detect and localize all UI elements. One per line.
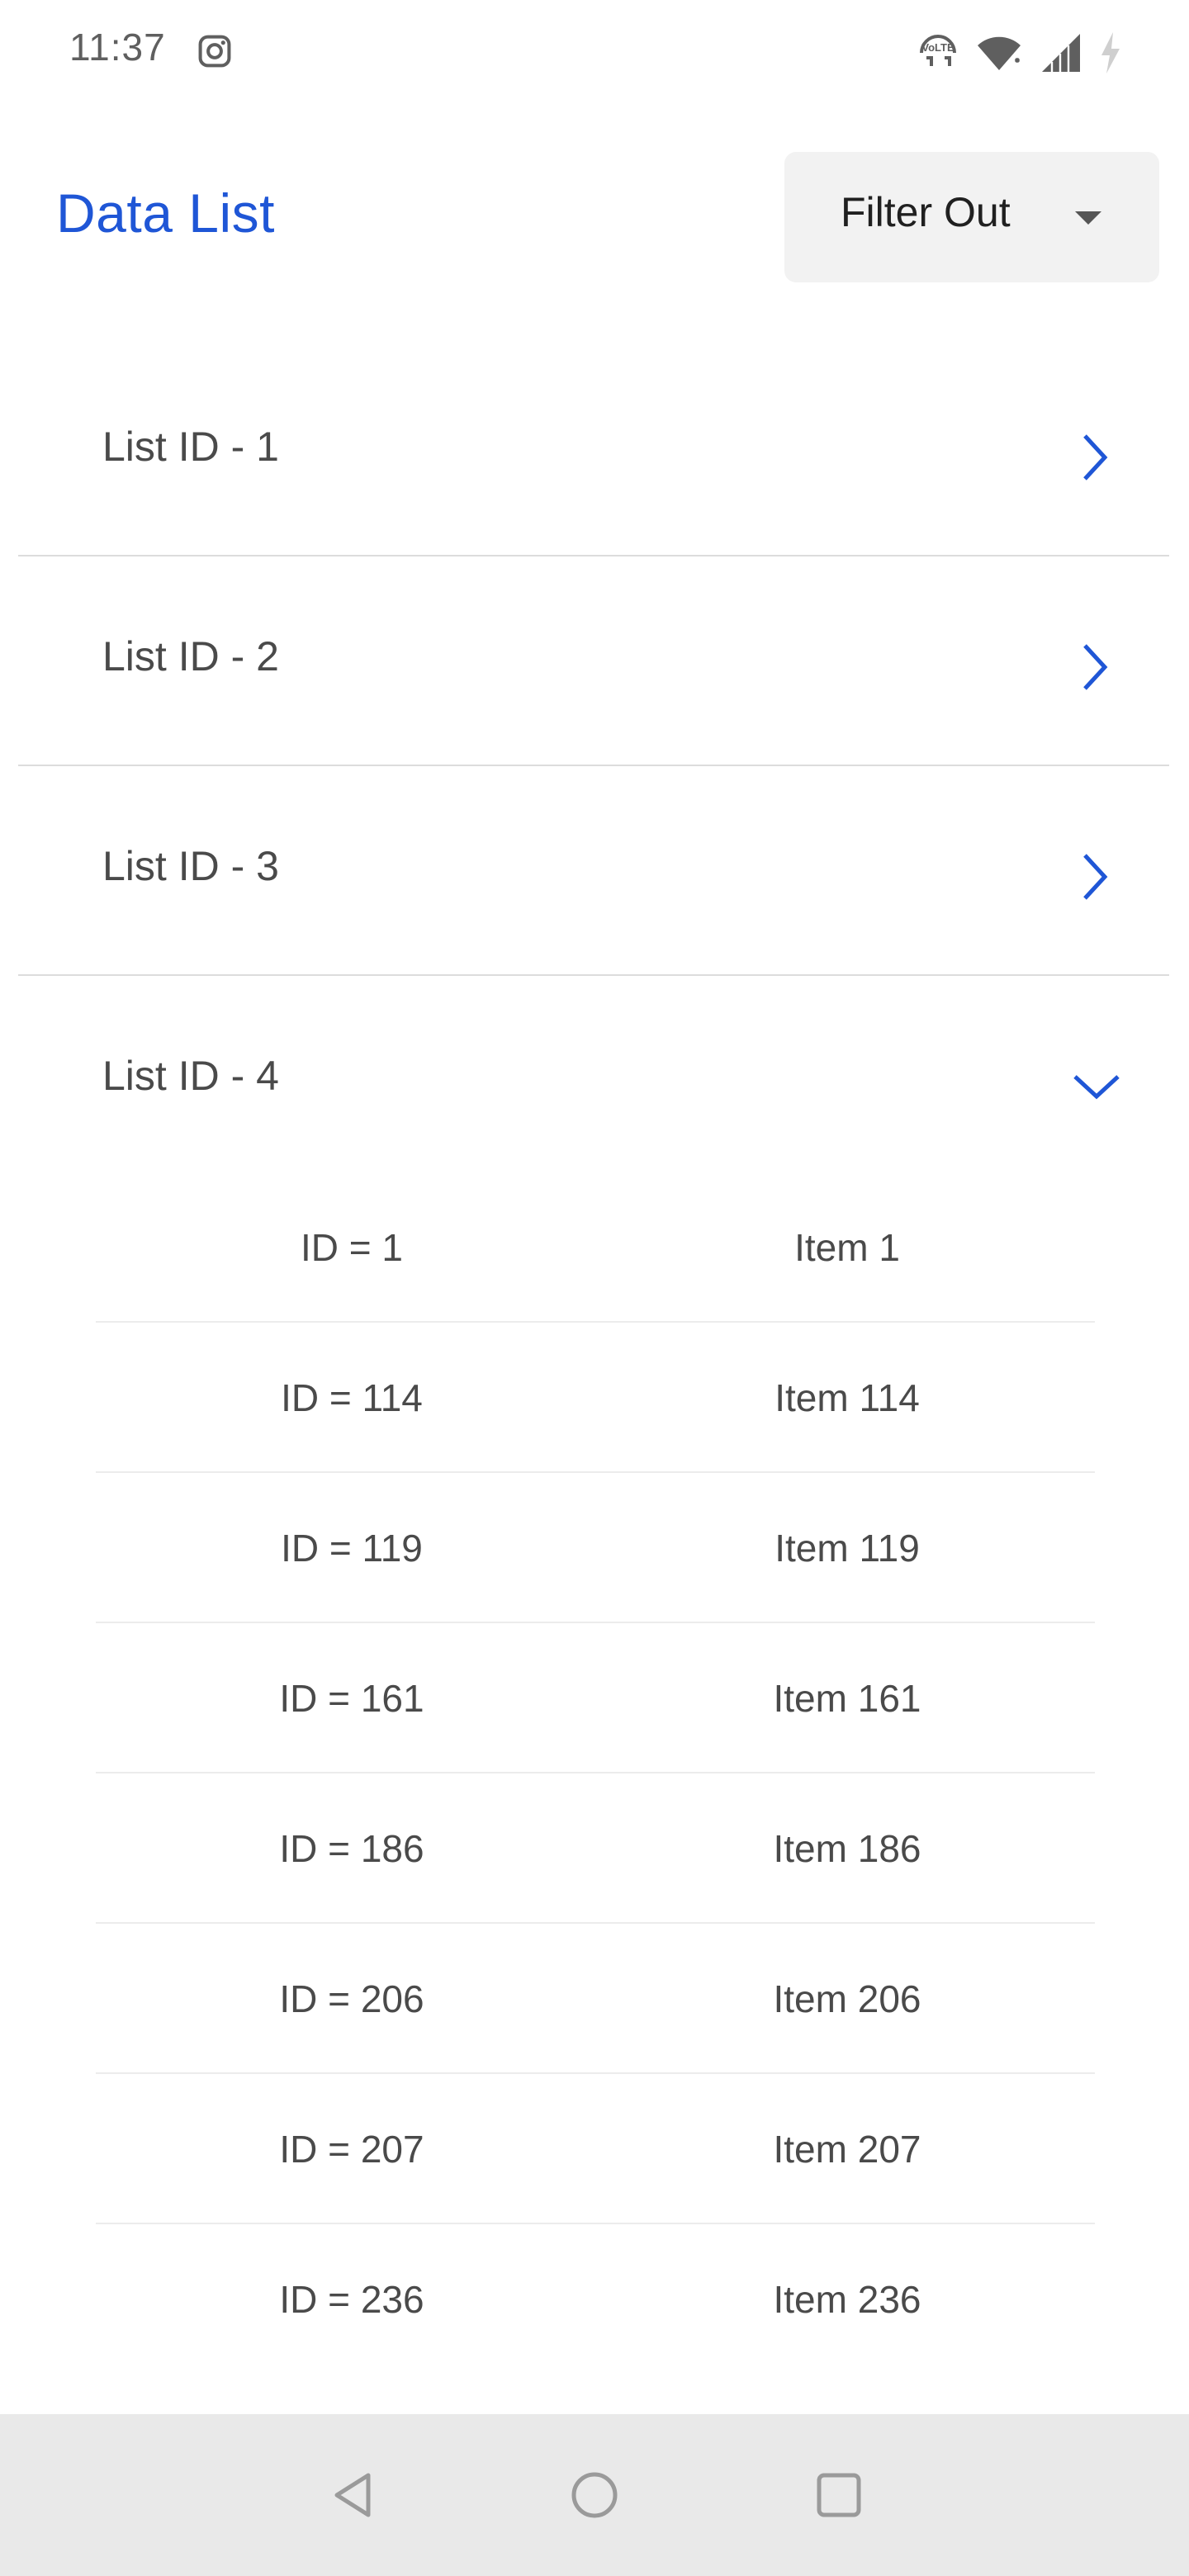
table-row: ID = 207 Item 207 bbox=[96, 2074, 1095, 2224]
back-icon[interactable] bbox=[327, 2469, 380, 2522]
list-item-4[interactable]: List ID - 4 bbox=[18, 976, 1169, 1186]
page-title: Data List bbox=[56, 182, 275, 244]
wifi-icon bbox=[978, 36, 1021, 70]
volte-text: VoLTE bbox=[921, 41, 955, 54]
status-bar: 11:37 VoLTE bbox=[0, 0, 1189, 106]
item-name: Item 161 bbox=[773, 1677, 921, 1720]
item-name: Item 119 bbox=[775, 1527, 920, 1570]
list-item-label: List ID - 3 bbox=[102, 843, 279, 889]
item-id: ID = 207 bbox=[279, 2128, 424, 2171]
volte-icon: VoLTE bbox=[920, 35, 956, 66]
item-id: ID = 236 bbox=[279, 2278, 424, 2321]
item-name: Item 207 bbox=[773, 2128, 921, 2171]
chevron-right-icon bbox=[1083, 644, 1108, 690]
filter-label: Filter Out bbox=[841, 189, 1011, 235]
instagram-icon bbox=[198, 35, 231, 68]
table-row: ID = 186 Item 186 bbox=[96, 1773, 1095, 1924]
chevron-right-icon bbox=[1083, 854, 1108, 900]
list-item-label: List ID - 4 bbox=[102, 1053, 279, 1099]
table-row: ID = 236 Item 236 bbox=[96, 2224, 1095, 2375]
item-name: Item 206 bbox=[773, 1977, 921, 2020]
table-row: ID = 119 Item 119 bbox=[96, 1473, 1095, 1623]
app-header: Data List Filter Out bbox=[0, 152, 1189, 284]
list-item-label: List ID - 2 bbox=[102, 633, 279, 680]
list-item-3[interactable]: List ID - 3 bbox=[18, 766, 1169, 976]
caret-down-icon bbox=[1075, 211, 1101, 225]
item-id: ID = 161 bbox=[279, 1677, 424, 1720]
list-item-1[interactable]: List ID - 1 bbox=[18, 347, 1169, 556]
list-item-label: List ID - 1 bbox=[102, 424, 279, 470]
table-row: ID = 114 Item 114 bbox=[96, 1323, 1095, 1473]
item-id: ID = 114 bbox=[281, 1376, 423, 1419]
item-name: Item 114 bbox=[775, 1376, 920, 1419]
recents-icon[interactable] bbox=[812, 2469, 865, 2522]
item-name: Item 186 bbox=[773, 1827, 921, 1870]
data-list: List ID - 1 List ID - 2 List ID - 3 List… bbox=[0, 347, 1189, 1186]
chevron-right-icon bbox=[1083, 434, 1108, 481]
filter-dropdown[interactable]: Filter Out bbox=[784, 152, 1159, 282]
table-row: ID = 1 Item 1 bbox=[96, 1172, 1095, 1323]
system-nav-bar bbox=[0, 2414, 1189, 2576]
list-item-2[interactable]: List ID - 2 bbox=[18, 556, 1169, 766]
status-icons: VoLTE bbox=[917, 28, 1123, 78]
item-id: ID = 1 bbox=[300, 1226, 403, 1269]
item-name: Item 236 bbox=[773, 2278, 921, 2321]
item-id: ID = 186 bbox=[279, 1827, 424, 1870]
home-icon[interactable] bbox=[568, 2469, 621, 2522]
item-id: ID = 206 bbox=[279, 1977, 424, 2020]
expanded-items-table: ID = 1 Item 1 ID = 114 Item 114 ID = 119… bbox=[96, 1172, 1095, 2375]
table-row: ID = 161 Item 161 bbox=[96, 1623, 1095, 1773]
item-name: Item 1 bbox=[794, 1226, 900, 1269]
signal-icon bbox=[1042, 34, 1080, 72]
battery-charging-icon bbox=[1101, 32, 1120, 73]
status-time: 11:37 bbox=[69, 26, 166, 69]
chevron-down-icon bbox=[1073, 1075, 1120, 1100]
table-row: ID = 206 Item 206 bbox=[96, 1924, 1095, 2074]
item-id: ID = 119 bbox=[281, 1527, 423, 1570]
